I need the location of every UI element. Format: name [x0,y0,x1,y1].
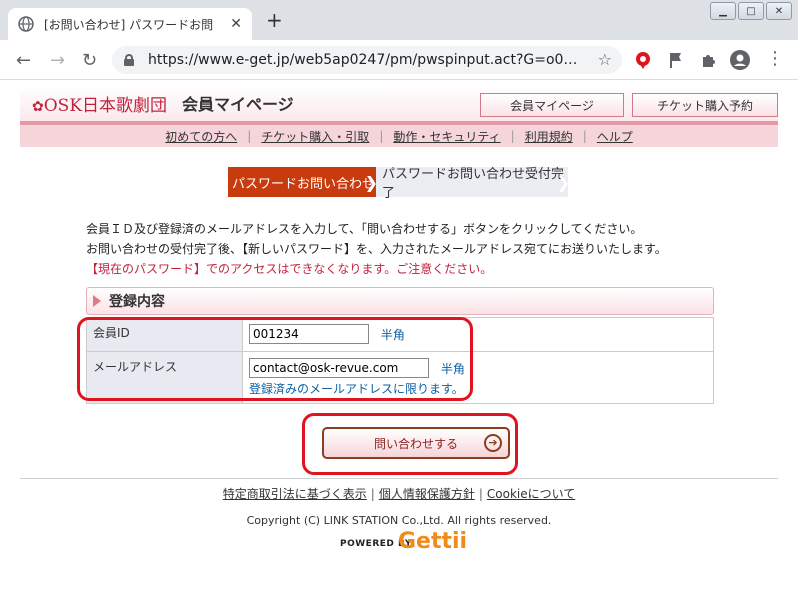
step-current-label: パスワードお問い合わせ [232,176,376,192]
browser-tab[interactable]: [お問い合わせ] パスワードお問 ✕ [8,8,252,40]
flower-icon: ✿ [32,99,44,115]
progress-steps: パスワードお問い合わせ ❯ パスワードお問い合わせ受付完了 ❯ [228,167,570,201]
footer-divider [20,478,778,479]
page-content: ✿OSK日本歌劇団 会員マイページ 会員マイページ チケット購入予約 初めての方… [0,81,798,596]
nav-security[interactable]: 動作・セキュリティ [383,128,510,145]
button-highlight-outline [302,413,518,475]
forward-arrow-icon[interactable]: → [50,50,65,71]
site-header: ✿OSK日本歌劇団 会員マイページ 会員マイページ チケット購入予約 [20,85,778,121]
step-current: パスワードお問い合わせ ❯ [228,167,378,197]
nav-terms[interactable]: 利用規約 [515,128,583,145]
ticket-reservation-button[interactable]: チケット購入予約 [632,93,778,117]
menu-dots-icon[interactable]: ⋮ [766,48,784,69]
new-tab-icon[interactable]: + [266,10,283,30]
window-close-icon[interactable]: ✕ [766,2,792,20]
flag-icon[interactable] [668,51,684,69]
browser-toolbar: ← → ↻ https://www.e-get.jp/web5ap0247/pm… [0,40,798,80]
mypage-button[interactable]: 会員マイページ [480,93,624,117]
window-controls: ▁ □ ✕ [710,2,792,20]
warning-text: 【現在のパスワード】でのアクセスはできなくなります。ご注意ください。 [86,262,493,276]
maximize-icon[interactable]: □ [738,2,764,20]
reload-icon[interactable]: ↻ [82,50,97,71]
footer-link-cookie[interactable]: Cookieについて [487,487,575,501]
close-icon[interactable]: ✕ [230,16,242,32]
url-text: https://www.e-get.jp/web5ap0247/pm/pwspi… [148,52,578,68]
copyright: Copyright (C) LINK STATION Co.,Ltd. All … [246,514,552,527]
section-header: 登録内容 [86,287,714,315]
nav-first-time[interactable]: 初めての方へ [155,128,247,145]
instructions: 会員ＩＤ及び登録済のメールアドレスを入力して、「問い合わせする」ボタンをクリック… [86,219,667,279]
address-bar[interactable]: https://www.e-get.jp/web5ap0247/pm/pwspi… [112,46,622,74]
nav-help[interactable]: ヘルプ [587,128,643,145]
lock-icon [124,54,134,66]
nav-ticket-purchase[interactable]: チケット購入・引取 [251,128,379,145]
footer-separator: | [370,487,375,501]
footer-links: 特定商取引法に基づく表示 | 個人情報保護方針 | Cookieについて [0,485,798,502]
extensions-puzzle-icon[interactable] [700,51,718,69]
tab-title: [お問い合わせ] パスワードお問 [44,17,214,32]
instruction-line-2: お問い合わせの受付完了後、【新しいパスワード】を、入力されたメールアドレス宛てに… [86,242,667,256]
chevron-right-icon: ❯ [556,173,570,192]
gettii-logo: Gettii [398,529,468,554]
extension-pin-icon[interactable] [634,51,652,69]
bookmark-star-icon[interactable]: ☆ [598,50,612,69]
site-logo[interactable]: ✿OSK日本歌劇団 [32,91,167,116]
browser-tab-bar: [お問い合わせ] パスワードお問 ✕ + ▁ □ ✕ [0,0,798,40]
back-arrow-icon[interactable]: ← [16,50,31,71]
profile-avatar-icon[interactable] [730,50,750,70]
footer-link-commerce-law[interactable]: 特定商取引法に基づく表示 [223,487,367,501]
site-title: 会員マイページ [182,95,294,114]
minimize-icon[interactable]: ▁ [710,2,736,20]
triangle-icon [93,295,101,307]
footer-separator: | [478,487,483,501]
step-next: パスワードお問い合わせ受付完了 ❯ [376,167,570,201]
section-title: 登録内容 [109,294,165,310]
form-highlight-outline [77,317,473,401]
logo-text: OSK日本歌劇団 [43,96,168,116]
footer-link-privacy[interactable]: 個人情報保護方針 [379,487,475,501]
step-next-label: パスワードお問い合わせ受付完了 [382,167,565,201]
instruction-line-1: 会員ＩＤ及び登録済のメールアドレスを入力して、「問い合わせする」ボタンをクリック… [86,222,643,236]
globe-icon [18,16,34,32]
sub-navigation: 初めての方へ | チケット購入・引取 | 動作・セキュリティ | 利用規約 | ヘルプ [20,125,778,147]
